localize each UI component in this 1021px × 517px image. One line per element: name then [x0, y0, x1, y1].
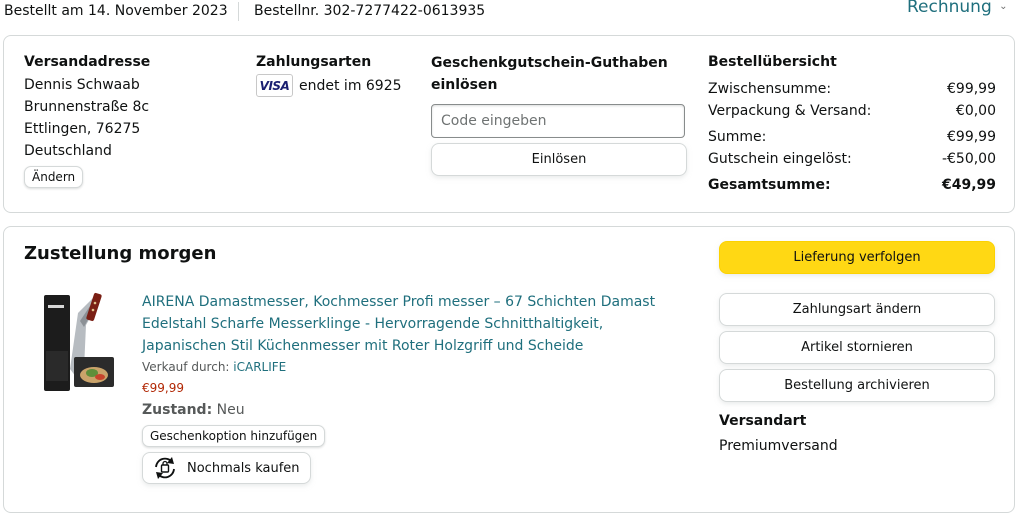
- delivery-card: Zustellung morgen AIRENA Damastmesser, K…: [3, 226, 1015, 513]
- header-divider: [238, 2, 239, 21]
- seller-info: Verkauf durch: iCARLIFE: [142, 357, 662, 377]
- order-header: Bestellt am 14. November 2023 Bestellnr.…: [0, 0, 1021, 26]
- summary-row-total: Gesamtsumme: €49,99: [708, 174, 996, 196]
- address-street: Brunnenstraße 8c: [24, 99, 150, 115]
- order-date: Bestellt am 14. November 2023: [4, 3, 228, 19]
- payment-heading: Zahlungsarten: [256, 54, 372, 70]
- order-actions: Lieferung verfolgen Zahlungsart ändern A…: [719, 241, 995, 457]
- product-title-line: AIRENA Damastmesser, Kochmesser Profi me…: [142, 294, 656, 310]
- address-name: Dennis Schwaab: [24, 77, 140, 93]
- seller-link[interactable]: iCARLIFE: [233, 360, 286, 374]
- summary-label: Zwischensumme:: [708, 81, 832, 97]
- condition-label: Zustand:: [142, 402, 213, 418]
- address-city: Ettlingen, 76275: [24, 121, 141, 137]
- summary-row-subtotal: Zwischensumme: €99,99: [708, 78, 996, 100]
- product-title-line: Japanischen Stil Küchenmesser mit Roter …: [142, 338, 584, 354]
- gift-card-heading-line2: einlösen: [431, 77, 498, 93]
- invoice-label: Rechnung: [907, 0, 992, 17]
- shipping-address-section: Versandadresse Dennis Schwaab Brunnenstr…: [24, 52, 224, 188]
- payment-method: VISA endet im 6925: [256, 74, 416, 97]
- summary-value: €99,99: [947, 81, 996, 97]
- archive-order-button[interactable]: Bestellung archivieren: [719, 369, 995, 402]
- order-info-card: Versandadresse Dennis Schwaab Brunnenstr…: [3, 35, 1015, 213]
- invoice-dropdown[interactable]: Rechnung ⌄: [907, 0, 1008, 17]
- order-summary: Bestellübersicht Zwischensumme: €99,99 V…: [708, 52, 996, 196]
- delivery-title: Zustellung morgen: [24, 243, 217, 264]
- summary-label: Gutschein eingelöst:: [708, 151, 852, 167]
- product-condition: Zustand: Neu: [142, 399, 662, 421]
- summary-row-voucher: Gutschein eingelöst: -€50,00: [708, 148, 996, 170]
- card-ending: endet im 6925: [299, 77, 402, 94]
- chevron-down-icon: ⌄: [999, 1, 1008, 12]
- shipping-address-heading: Versandadresse: [24, 54, 151, 70]
- summary-label: Verpackung & Versand:: [708, 103, 872, 119]
- change-payment-button[interactable]: Zahlungsart ändern: [719, 293, 995, 326]
- reorder-cycle-icon: [155, 457, 175, 479]
- summary-value: €99,99: [947, 129, 996, 145]
- summary-total-label: Gesamtsumme:: [708, 177, 831, 193]
- condition-value: Neu: [216, 402, 245, 418]
- shipping-method-heading: Versandart: [719, 413, 807, 429]
- summary-value: -€50,00: [941, 151, 996, 167]
- redeem-button[interactable]: Einlösen: [431, 143, 687, 176]
- change-address-button[interactable]: Ändern: [24, 166, 84, 188]
- summary-label: Summe:: [708, 129, 767, 145]
- product-title-link[interactable]: AIRENA Damastmesser, Kochmesser Profi me…: [142, 291, 662, 357]
- summary-value: €0,00: [955, 103, 996, 119]
- gift-code-input[interactable]: [431, 104, 685, 138]
- buy-again-button[interactable]: Nochmals kaufen: [142, 452, 311, 484]
- product-image[interactable]: [40, 291, 120, 395]
- summary-row-shipping: Verpackung & Versand: €0,00: [708, 100, 996, 122]
- seller-prefix: Verkauf durch:: [142, 360, 234, 374]
- summary-row-sum: Summe: €99,99: [708, 126, 996, 148]
- buy-again-label: Nochmals kaufen: [187, 460, 300, 476]
- gift-card-section: Geschenkgutschein-Guthaben einlösen Einl…: [431, 52, 691, 176]
- track-delivery-button[interactable]: Lieferung verfolgen: [719, 241, 995, 274]
- order-number: Bestellnr. 302-7277422-0613935: [254, 3, 486, 19]
- product-price: €99,99: [142, 381, 184, 395]
- cancel-item-button[interactable]: Artikel stornieren: [719, 331, 995, 364]
- summary-heading: Bestellübersicht: [708, 54, 837, 70]
- address-country: Deutschland: [24, 143, 112, 159]
- summary-total-value: €49,99: [941, 177, 996, 193]
- payment-section: Zahlungsarten VISA endet im 6925: [256, 52, 416, 97]
- product-details: AIRENA Damastmesser, Kochmesser Profi me…: [142, 291, 662, 486]
- visa-card-icon: VISA: [256, 74, 293, 97]
- gift-card-heading-line1: Geschenkgutschein-Guthaben: [431, 55, 668, 71]
- add-gift-option-button[interactable]: Geschenkoption hinzufügen: [142, 425, 326, 447]
- shipping-method-value: Premiumversand: [719, 438, 838, 454]
- product-title-line: Edelstahl Scharfe Messerklinge - Hervorr…: [142, 316, 604, 332]
